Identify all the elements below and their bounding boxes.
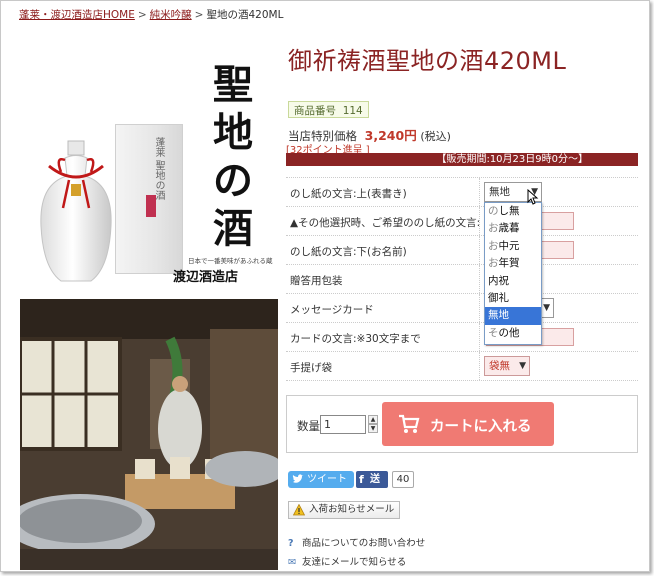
sale-period-banner: 【販売期間:10月23日9時0分～】 (286, 153, 638, 166)
dropdown-option[interactable]: 内祝 (485, 273, 541, 290)
gift-box: 蓬莱 聖地の酒 (115, 124, 183, 274)
option-row-noshi-other: ▲その他選択時、ご希望ののし紙の文言: (286, 207, 638, 236)
option-prefix: お (488, 239, 499, 252)
row-divider (479, 265, 480, 293)
add-to-cart-label: カートに入れる (430, 419, 532, 435)
option-text: 年賀 (498, 257, 520, 270)
dropdown-option[interactable]: その他 (485, 325, 541, 342)
breadcrumb-category-link[interactable]: 純米吟醸 (150, 9, 192, 21)
option-label: ▲その他選択時、ご希望ののし紙の文言: (290, 217, 481, 229)
bag-select[interactable]: 袋無 ▼ (484, 356, 530, 376)
option-label: のし紙の文言:下(お名前) (290, 246, 407, 258)
cart-panel: 数量 1 ▲ ▼ カートに入れる (286, 395, 638, 453)
row-divider (479, 294, 480, 322)
chevron-down-icon: ▼ (519, 361, 526, 371)
option-text: 内祝 (488, 274, 509, 287)
gift-box-tag (146, 195, 156, 217)
share-mail-link[interactable]: ✉ 友達にメールで知らせる (288, 554, 406, 568)
facebook-icon: f (359, 473, 364, 486)
quantity-input[interactable]: 1 (320, 415, 366, 434)
row-divider (479, 352, 480, 380)
stepper-up-icon[interactable]: ▲ (368, 415, 378, 424)
breadcrumb-separator: > (137, 9, 147, 21)
facebook-count: 40 (392, 471, 414, 488)
item-number-badge: 商品番号 114 (288, 101, 369, 118)
option-row-noshi-bottom: のし紙の文言:下(お名前) (286, 236, 638, 265)
page-frame: 蓬莱・渡辺酒造店HOME > 純米吟醸 > 聖地の酒420ML 聖地の酒 蓬莱 聖地の酒… (0, 0, 650, 572)
item-number-label: 商品番号 (294, 105, 336, 117)
option-prefix: の (488, 205, 499, 217)
price-value: 3,240円 (364, 128, 417, 143)
product-image: 聖地の酒 蓬莱 聖地の酒 日本で一番美味があふれる蔵 渡辺酒造店 (23, 36, 278, 293)
breadcrumb: 蓬莱・渡辺酒造店HOME > 純米吟醸 > 聖地の酒420ML (19, 7, 283, 22)
option-label: メッセージカード (290, 304, 374, 316)
quantity-label: 数量 (297, 419, 320, 433)
option-row-noshi-top: のし紙の文言:上(表書き) 無地 ▼ (286, 178, 638, 207)
dropdown-option[interactable]: お中元 (485, 238, 541, 255)
option-text: 歳暮 (498, 222, 520, 235)
tweet-label: ツイート (307, 474, 347, 485)
facebook-label: 送 (370, 474, 380, 485)
option-row-message-card: メッセージカード ▼ (286, 294, 638, 323)
dropdown-option[interactable]: 御礼 (485, 290, 541, 307)
option-text: し無 (498, 205, 520, 217)
cart-icon (399, 414, 420, 433)
row-divider (479, 323, 480, 351)
option-label: カードの文言:※30文字まで (290, 333, 421, 345)
tax-note: (税込) (420, 130, 451, 143)
inquiry-link[interactable]: ? 商品についてのお問い合わせ (288, 535, 425, 549)
option-label: 手提げ袋 (290, 362, 332, 374)
restock-notify-button[interactable]: 入荷お知らせメール (288, 501, 400, 519)
option-row-card-text: カードの文言:※30文字まで (286, 323, 638, 352)
option-row-gift-wrap: 贈答用包装 (286, 265, 638, 294)
brand-logo: 渡辺酒造店 (173, 270, 239, 285)
breadcrumb-separator: > (194, 9, 204, 21)
restock-notify-label: 入荷お知らせメール (309, 504, 395, 515)
option-text: の他 (498, 326, 520, 339)
mouse-cursor-icon (527, 189, 539, 205)
option-prefix: お (488, 257, 499, 270)
option-row-bag: 手提げ袋 袋無 ▼ (286, 352, 638, 381)
option-label: のし紙の文言:上(表書き) (290, 188, 407, 200)
inquiry-label: 商品についてのお問い合わせ (302, 538, 426, 549)
noshi-dropdown-list: のし無 お歳暮 お中元 お年賀 内祝 御礼 無地 その他 (484, 202, 542, 345)
stepper-down-icon[interactable]: ▼ (368, 424, 378, 433)
option-text: 御礼 (488, 291, 509, 304)
option-prefix: お (488, 222, 499, 235)
add-to-cart-button[interactable]: カートに入れる (382, 402, 554, 446)
breadcrumb-home-link[interactable]: 蓬莱・渡辺酒造店HOME (19, 9, 135, 21)
tweet-button[interactable]: ツイート (288, 471, 354, 488)
question-icon: ? (288, 538, 294, 549)
twitter-bird-icon (292, 474, 304, 483)
warning-icon (293, 504, 305, 516)
brand-tagline: 日本で一番美味があふれる蔵 (188, 257, 273, 265)
item-number-value: 114 (342, 105, 363, 117)
option-label: 贈答用包装 (290, 275, 343, 287)
product-title: 御祈祷酒聖地の酒420ML (288, 47, 567, 75)
breadcrumb-current: 聖地の酒420ML (206, 9, 284, 21)
dropdown-option[interactable]: お歳暮 (485, 220, 541, 237)
share-mail-label: 友達にメールで知らせる (302, 557, 407, 568)
noshi-top-select-value: 無地 (489, 186, 510, 198)
product-calligraphy: 聖地の酒 (213, 61, 253, 252)
quantity-stepper[interactable]: ▲ ▼ (368, 415, 378, 434)
brewery-ceremony-photo (20, 299, 278, 570)
option-prefix: そ (488, 326, 499, 339)
chevron-down-icon: ▼ (543, 303, 550, 313)
option-text: 無地 (488, 309, 509, 322)
mail-icon: ✉ (288, 557, 296, 568)
option-text: 中元 (498, 239, 520, 252)
sake-bottle-image (40, 140, 112, 282)
options-table: のし紙の文言:上(表書き) 無地 ▼ ▲その他選択時、ご希望ののし紙の文言: の… (286, 177, 638, 381)
dropdown-option[interactable]: お年賀 (485, 255, 541, 272)
row-divider (479, 207, 480, 235)
dropdown-option[interactable]: のし無 (485, 203, 541, 220)
bag-select-value: 袋無 (489, 360, 510, 372)
facebook-send-button[interactable]: f 送 (356, 471, 388, 488)
dropdown-option-selected[interactable]: 無地 (485, 307, 541, 325)
row-divider (479, 236, 480, 264)
row-divider (479, 178, 480, 206)
